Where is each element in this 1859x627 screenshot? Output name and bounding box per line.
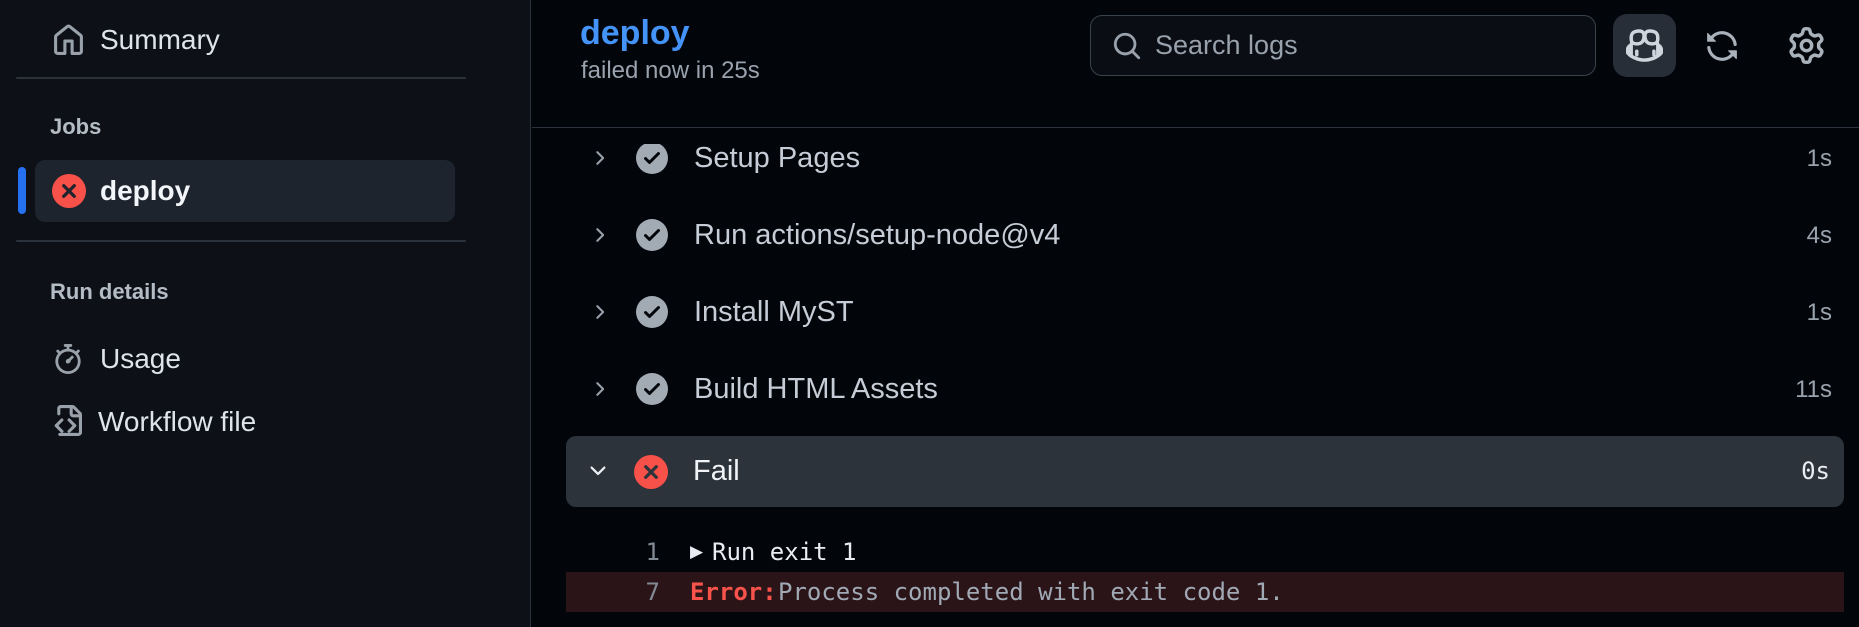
sidebar-job-deploy-label: deploy — [100, 160, 190, 222]
check-circle-icon — [636, 373, 668, 405]
error-label: Error: — [690, 572, 777, 612]
sidebar-item-summary[interactable]: Summary — [0, 8, 531, 60]
log-line: 1 ▶ Run exit 1 — [532, 532, 1859, 572]
check-circle-icon — [636, 219, 668, 251]
log-line-text: Run exit 1 — [712, 532, 857, 572]
step-row-fail[interactable]: Fail 0s — [566, 436, 1844, 507]
check-circle-icon — [636, 296, 668, 328]
chevron-right-icon — [588, 147, 610, 169]
sidebar-divider — [16, 240, 466, 242]
sidebar-item-usage[interactable]: Usage — [0, 338, 531, 380]
stopwatch-icon — [53, 344, 83, 374]
home-icon — [52, 24, 85, 57]
step-name: Build HTML Assets — [694, 351, 938, 428]
chevron-right-icon — [588, 378, 610, 400]
check-circle-icon — [636, 144, 668, 174]
sync-icon — [1705, 29, 1739, 63]
copilot-icon — [1626, 27, 1663, 64]
page-title: deploy — [580, 12, 690, 54]
step-name: Run actions/setup-node@v4 — [694, 197, 1060, 274]
sidebar-divider — [16, 77, 466, 79]
search-icon — [1112, 31, 1142, 61]
step-name: Install MyST — [694, 274, 854, 351]
sidebar-item-workflow-file-label: Workflow file — [98, 400, 256, 444]
actions-job-run-page: Summary Jobs deploy Run details Usage Wo… — [0, 0, 1859, 627]
log-line-number[interactable]: 7 — [566, 572, 660, 612]
log-panel-top-border — [532, 127, 1859, 128]
gear-icon — [1788, 27, 1825, 64]
log-line-text: Process completed with exit code 1. — [778, 572, 1284, 612]
log-line-error: 7 Error: Process completed with exit cod… — [532, 572, 1859, 612]
expand-triangle-icon[interactable]: ▶ — [690, 532, 703, 572]
refresh-button[interactable] — [1705, 29, 1739, 63]
failed-status-icon — [52, 174, 86, 208]
chevron-right-icon — [588, 301, 610, 323]
step-name: Fail — [693, 436, 740, 507]
x-circle-icon — [634, 455, 668, 489]
jobs-section-label: Jobs — [50, 112, 101, 142]
sidebar-item-workflow-file[interactable]: Workflow file — [0, 400, 531, 444]
sidebar-item-usage-label: Usage — [100, 338, 181, 380]
copilot-button[interactable] — [1613, 14, 1676, 77]
log-line-number[interactable]: 1 — [566, 532, 660, 572]
sidebar-item-summary-label: Summary — [100, 14, 220, 66]
log-steps-panel: Setup Pages 1s Run actions/setup-node@v4… — [532, 144, 1859, 627]
settings-button[interactable] — [1788, 27, 1825, 64]
step-duration: 0s — [1801, 436, 1830, 507]
chevron-right-icon — [588, 224, 610, 246]
step-name: Setup Pages — [694, 144, 860, 197]
search-logs-box — [1090, 15, 1596, 76]
step-row-install-myst[interactable]: Install MyST 1s — [532, 274, 1859, 351]
job-status-line: failed now in 25s — [581, 56, 760, 86]
chevron-down-icon — [586, 459, 610, 483]
sidebar-item-job-deploy[interactable]: deploy — [35, 160, 455, 222]
active-job-accent-bar — [18, 167, 26, 214]
file-code-icon — [49, 405, 82, 438]
step-row-setup-node[interactable]: Run actions/setup-node@v4 4s — [532, 197, 1859, 274]
step-duration: 11s — [1795, 351, 1832, 428]
search-logs-input[interactable] — [1153, 16, 1577, 75]
sidebar: Summary Jobs deploy Run details Usage Wo… — [0, 0, 531, 627]
step-row-build-html-assets[interactable]: Build HTML Assets 11s — [532, 351, 1859, 428]
step-duration: 1s — [1807, 274, 1832, 351]
step-row-setup-pages[interactable]: Setup Pages 1s — [532, 144, 1859, 197]
step-duration: 1s — [1807, 144, 1832, 197]
run-details-section-label: Run details — [50, 277, 169, 307]
step-duration: 4s — [1807, 197, 1832, 274]
